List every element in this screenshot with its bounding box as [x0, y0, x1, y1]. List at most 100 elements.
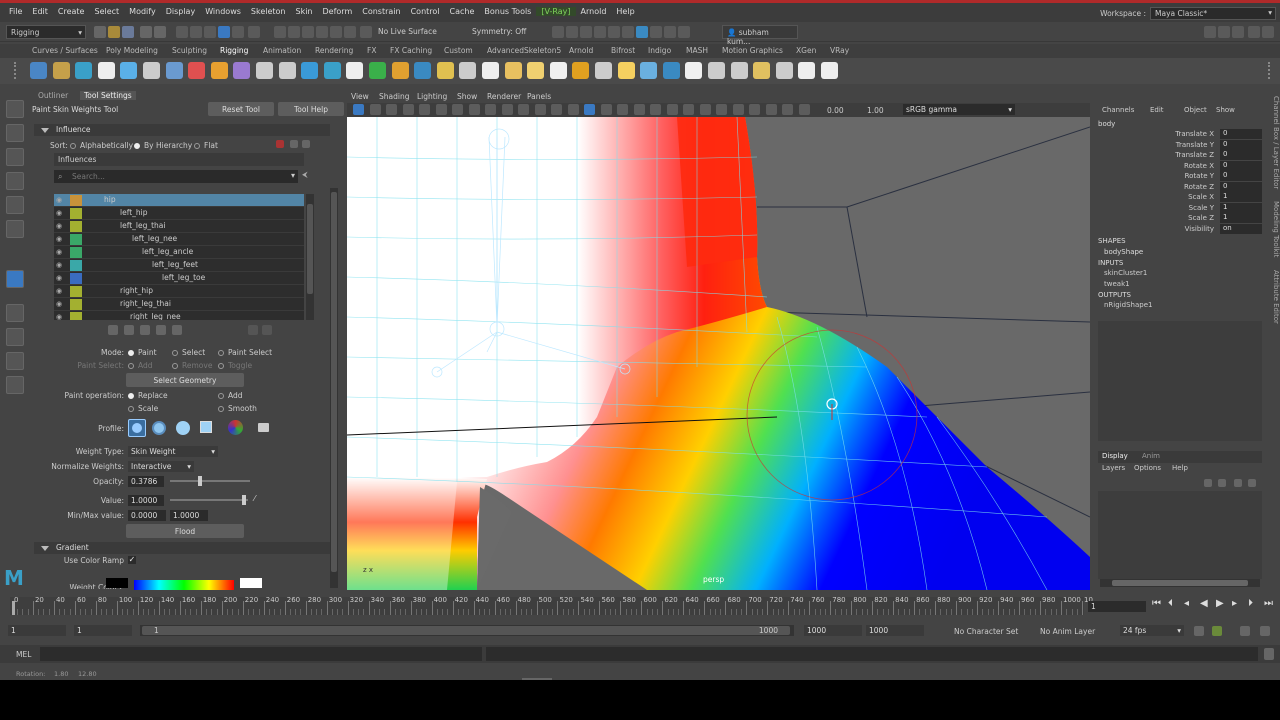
- side-by-side-layout-icon[interactable]: [6, 352, 24, 370]
- vray-frame-icon[interactable]: [636, 26, 648, 38]
- single-view-layout-icon[interactable]: [6, 304, 24, 322]
- menu-item[interactable]: Display: [161, 7, 201, 16]
- script-editor-icon[interactable]: [1264, 648, 1274, 660]
- paint-weights-icon[interactable]: [120, 62, 138, 79]
- lock-icon[interactable]: [248, 26, 260, 38]
- ipr-stop-icon[interactable]: [650, 26, 662, 38]
- vray-ies-icon[interactable]: [640, 62, 658, 79]
- xray-icon[interactable]: [749, 104, 760, 115]
- gamma-value[interactable]: 1.00: [867, 106, 884, 115]
- channel-attr-name[interactable]: Scale X: [1114, 193, 1214, 201]
- viewport-menu-item[interactable]: Renderer: [487, 92, 521, 101]
- exposure-value[interactable]: 0.00: [827, 106, 844, 115]
- channel-attr-value[interactable]: 0: [1220, 181, 1262, 192]
- channel-attr-name[interactable]: Visibility: [1114, 225, 1214, 233]
- colorspace-dropdown[interactable]: sRGB gamma ▾: [903, 104, 1015, 115]
- list-options-icon[interactable]: [290, 140, 298, 148]
- image-plane-icon[interactable]: [402, 104, 414, 115]
- weight-hammer-icon[interactable]: [140, 325, 150, 335]
- menu-item[interactable]: Select: [89, 7, 124, 16]
- paint-op-scale[interactable]: Scale: [128, 404, 158, 413]
- menu-set-dropdown[interactable]: Rigging ▾: [6, 25, 86, 39]
- gate-mask-icon[interactable]: [501, 104, 513, 115]
- shelf-tab[interactable]: Animation: [263, 46, 301, 55]
- opacity-field[interactable]: 0.3786: [128, 476, 164, 487]
- mode-paint[interactable]: Paint: [128, 348, 157, 357]
- influence-color-swatch[interactable]: [70, 234, 82, 245]
- influence-color-swatch[interactable]: [70, 247, 82, 258]
- normalize-dropdown[interactable]: Interactive ▾: [128, 461, 194, 472]
- grid-icon[interactable]: [452, 104, 463, 115]
- tab-tool-settings[interactable]: Tool Settings: [80, 91, 136, 100]
- menu-item[interactable]: Windows: [200, 7, 246, 16]
- joint-tool-icon[interactable]: [30, 62, 47, 79]
- sort-flat[interactable]: Flat: [194, 141, 218, 150]
- channel-attr-value[interactable]: 0: [1220, 139, 1262, 150]
- tab-outliner[interactable]: Outliner: [38, 91, 68, 100]
- shelf-tab[interactable]: AdvancedSkeleton5: [487, 46, 561, 55]
- current-frame-field[interactable]: 1: [1088, 601, 1146, 612]
- camera-attributes-icon[interactable]: [369, 104, 381, 115]
- help-menu[interactable]: Help: [1172, 464, 1188, 472]
- playback-end-field[interactable]: 1000: [804, 625, 862, 636]
- paint-select-remove[interactable]: Remove: [172, 361, 212, 370]
- vray-mesh-icon[interactable]: [459, 62, 477, 79]
- ik-handle-icon[interactable]: [52, 62, 70, 79]
- channel-attr-name[interactable]: Rotate Y: [1114, 172, 1214, 180]
- shelf-tab[interactable]: FX: [367, 46, 376, 55]
- lattice-icon[interactable]: [256, 62, 273, 79]
- selection-mask-icon[interactable]: [218, 26, 230, 38]
- select-camera-icon[interactable]: [353, 104, 364, 115]
- value-field[interactable]: 1.0000: [128, 495, 164, 506]
- vray-sphere-icon[interactable]: [527, 62, 545, 79]
- fps-dropdown[interactable]: 24 fps ▾: [1120, 625, 1184, 636]
- vray-plane-icon[interactable]: [549, 62, 567, 79]
- wireframe-on-shaded-icon[interactable]: [600, 104, 612, 115]
- vray-cam-icon[interactable]: [685, 62, 703, 79]
- shelf-tab[interactable]: Bifrost: [611, 46, 635, 55]
- select-tool-icon[interactable]: [6, 100, 24, 118]
- menu-item[interactable]: Deform: [318, 7, 358, 16]
- channel-box-menu-item[interactable]: Channels: [1102, 106, 1134, 114]
- channel-attr-value[interactable]: 0: [1220, 129, 1262, 139]
- animation-end-field[interactable]: 1000: [866, 625, 924, 636]
- loop-icon[interactable]: [1194, 626, 1204, 636]
- vray-clipper-icon[interactable]: [775, 62, 793, 79]
- shelf-tab[interactable]: XGen: [796, 46, 816, 55]
- snap-point-icon[interactable]: [302, 26, 314, 38]
- toggle-layer-editor-icon[interactable]: [1262, 26, 1274, 38]
- constraint-icon[interactable]: [301, 62, 319, 79]
- active-paint-tool-icon[interactable]: [6, 270, 24, 288]
- menu-item[interactable]: Create: [53, 7, 90, 16]
- wireframe-icon[interactable]: [567, 104, 579, 115]
- mode-select[interactable]: Select: [172, 348, 205, 357]
- menu-item[interactable]: Arnold: [576, 7, 612, 16]
- profile-solid-icon[interactable]: [176, 421, 190, 435]
- select-geometry-button[interactable]: Select Geometry: [126, 373, 244, 387]
- cluster-icon[interactable]: [210, 62, 228, 79]
- go-to-start-icon[interactable]: ⏮: [1152, 598, 1161, 609]
- vray-proxy-icon[interactable]: [504, 62, 522, 79]
- reset-tool-button[interactable]: Reset Tool: [208, 102, 274, 116]
- eyedropper-icon[interactable]: ⁄: [254, 494, 255, 503]
- influence-row[interactable]: ◉ left_leg_thai: [54, 220, 304, 233]
- paint-op-replace[interactable]: Replace: [128, 391, 168, 400]
- value-slider[interactable]: [170, 499, 248, 501]
- channel-attr-value[interactable]: 1: [1220, 202, 1262, 213]
- influence-row[interactable]: ◉ left_leg_ancle: [54, 246, 304, 259]
- shelf-options-icon[interactable]: [14, 62, 20, 79]
- paint-op-add[interactable]: Add: [218, 391, 243, 400]
- step-back-frame-icon[interactable]: ◂: [1184, 598, 1189, 609]
- influence-row[interactable]: ◉ right_leg_nee: [54, 311, 304, 320]
- help-icon[interactable]: [821, 62, 838, 79]
- sort-list-icon[interactable]: [248, 325, 258, 335]
- channel-attr-name[interactable]: Rotate Z: [1114, 183, 1214, 191]
- new-scene-icon[interactable]: [94, 26, 106, 38]
- side-tab-modeling-toolkit[interactable]: Modeling Toolkit: [1272, 201, 1280, 257]
- influence-scrollbar[interactable]: [306, 194, 314, 320]
- open-scene-icon[interactable]: [108, 26, 120, 38]
- step-forward-frame-icon[interactable]: ▸: [1232, 598, 1237, 609]
- profile-square-icon[interactable]: [200, 421, 212, 433]
- anti-aliasing-icon[interactable]: [699, 104, 711, 115]
- influence-color-swatch[interactable]: [70, 286, 82, 297]
